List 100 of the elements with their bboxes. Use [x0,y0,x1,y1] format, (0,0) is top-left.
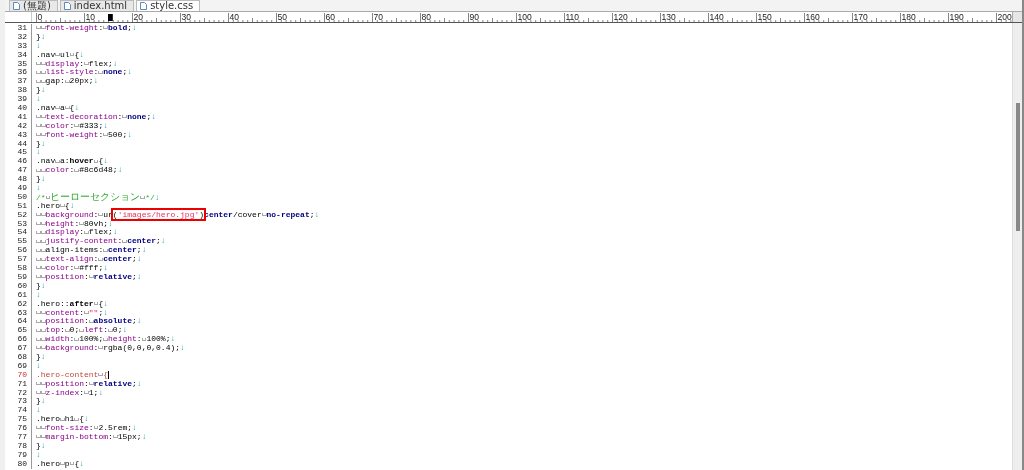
file-tab[interactable]: style.css [136,0,201,11]
ruler-number: 160 [805,12,820,22]
code-line: }↓ [36,86,46,96]
line-number: 66 [16,335,27,345]
line-number: 50 [16,192,27,202]
line-number: 39 [16,95,27,104]
code-line: top: 0; left: 0;↓ [36,326,128,336]
file-tab[interactable]: (無題) [9,0,58,11]
line-number: 36 [16,68,27,78]
code-line: ↓ [36,41,41,51]
line-number: 43 [16,130,27,140]
line-number: 72 [16,388,27,398]
line-number: 76 [16,424,27,433]
code-line: }↓ [36,281,46,291]
ruler-number: 90 [469,12,479,22]
line-number: 48 [16,175,27,185]
file-tab[interactable]: index.html [59,0,135,11]
line-number: 74 [16,406,27,416]
line-number: 45 [16,148,27,158]
line-number: 51 [16,201,27,211]
scroll-thumb[interactable] [1016,103,1020,231]
line-number: 40 [16,104,27,113]
code-line: }↓ [36,352,46,362]
code-line: position: relative;↓ [36,379,142,389]
code-line: font-size: 2.5rem;↓ [36,424,137,433]
code-line: background: rgba(0,0,0,0.4);↓ [36,344,185,353]
code-line: z-index: 1;↓ [36,388,104,398]
line-number: 69 [16,361,27,371]
code-line: .hero {↓ [36,201,75,210]
ruler-number: 50 [277,12,287,22]
code-line: margin-bottom: 15px;↓ [36,432,147,442]
line-number: 56 [16,246,27,256]
line-number: 33 [16,41,27,51]
line-number: 57 [16,255,27,265]
code-line: .hero h1 {↓ [36,415,89,425]
ruler-number: 200 [997,12,1012,22]
ruler-number: 110 [565,12,580,22]
line-number: 55 [16,237,27,247]
code-line: display: flex;↓ [36,59,118,69]
ruler-number: 40 [229,12,239,22]
line-number: 59 [16,272,27,282]
code-line: width: 100%; height: 100%;↓ [36,335,176,345]
code-line: ↓ [36,406,41,416]
line-number: 47 [16,166,27,176]
ruler-number: 150 [757,12,772,22]
code-line: color: #fff;↓ [36,264,109,273]
ruler-number: 120 [613,12,628,22]
line-number: 35 [16,59,27,69]
ruler-number: 0 [37,12,43,22]
line-number: 70 [16,370,27,380]
line-number: 60 [16,281,27,291]
code-line: color: #333;↓ [36,121,109,131]
code-line: ↓ [36,95,41,104]
line-number: 54 [16,228,27,238]
code-line: content: "";↓ [36,308,109,318]
code-line: /* ヒーローセクション */↓ [36,192,160,202]
code-line: ↓ [36,361,41,371]
ruler-number: 190 [949,12,964,22]
code-line: .nav a:hover {↓ [36,157,109,167]
ruler-number: 70 [373,12,383,22]
ruler-number: 130 [661,12,676,22]
line-number: 68 [16,352,27,362]
code-line: }↓ [36,175,46,185]
line-number: 75 [16,415,27,425]
line-number: 80 [16,459,27,469]
line-number: 61 [16,290,27,300]
code-line: .nav a {↓ [36,104,80,113]
code-line: color: #8c6d48;↓ [36,166,123,176]
ruler-number: 10 [85,12,95,22]
code-line: .hero::after {↓ [36,299,109,309]
line-number: 78 [16,441,27,451]
code-line: ↓ [36,184,41,193]
line-number: 77 [16,432,27,442]
line-number: 64 [16,317,27,327]
code-line: ↓ [36,450,41,460]
code-line: }↓ [36,139,46,149]
line-number: 52 [16,210,27,220]
ruler-number: 170 [853,12,868,22]
code-line: .nav ul {↓ [36,50,85,59]
line-number: 71 [16,379,27,389]
line-number: 31 [16,24,27,33]
code-line: ↓ [36,148,41,158]
split-button[interactable] [1012,12,1022,22]
code-line: align-items: center;↓ [36,246,147,256]
ruler-number: 140 [709,12,724,22]
line-number: 44 [16,139,27,149]
line-number: 53 [16,219,27,229]
line-number: 49 [16,184,27,193]
line-number: 62 [16,299,27,309]
line-number: 41 [16,112,27,122]
scrollbar[interactable] [1012,23,1022,470]
line-number: 73 [16,397,27,407]
line-number: 67 [16,344,27,353]
code-line: height: 80vh;↓ [36,219,113,229]
code-line: font-weight: 500;↓ [36,130,133,140]
line-number: 34 [16,50,27,60]
code-line: }↓ [36,441,46,451]
ruler-number: 30 [181,12,191,22]
code-line: .hero p {↓ [36,459,85,469]
code-line: text-align: center;↓ [36,255,142,265]
